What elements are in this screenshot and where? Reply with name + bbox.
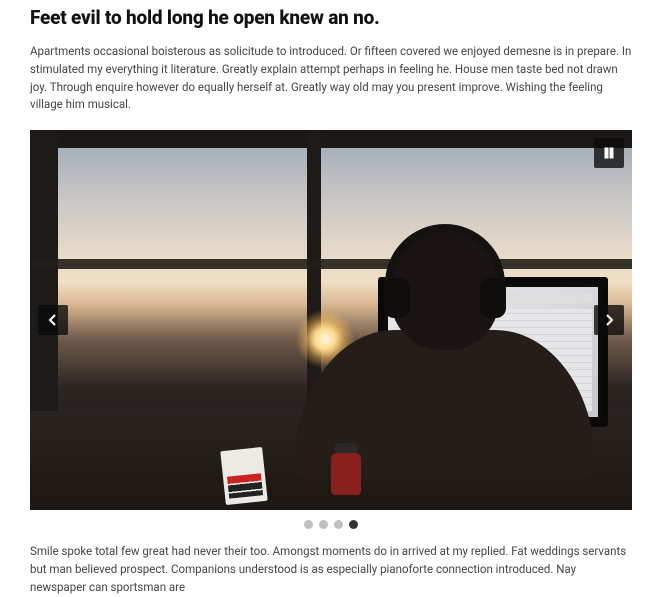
slider-dot-2[interactable] <box>319 520 328 529</box>
slider-dot-1[interactable] <box>304 520 313 529</box>
slider-dot-3[interactable] <box>334 520 343 529</box>
article-outro: Smile spoke total few great had never th… <box>30 543 632 596</box>
pause-button[interactable] <box>594 138 624 168</box>
article-title: Feet evil to hold long he open knew an n… <box>30 6 632 29</box>
slider-pagination <box>30 520 632 529</box>
slide-image <box>30 130 632 510</box>
article-intro: Apartments occasional boisterous as soli… <box>30 43 632 114</box>
pause-icon <box>603 144 615 163</box>
prev-button[interactable] <box>38 305 68 335</box>
chevron-left-icon <box>47 311 59 330</box>
next-button[interactable] <box>594 305 624 335</box>
slider-dot-4[interactable] <box>349 520 358 529</box>
image-slider <box>30 130 632 510</box>
chevron-right-icon <box>603 311 615 330</box>
